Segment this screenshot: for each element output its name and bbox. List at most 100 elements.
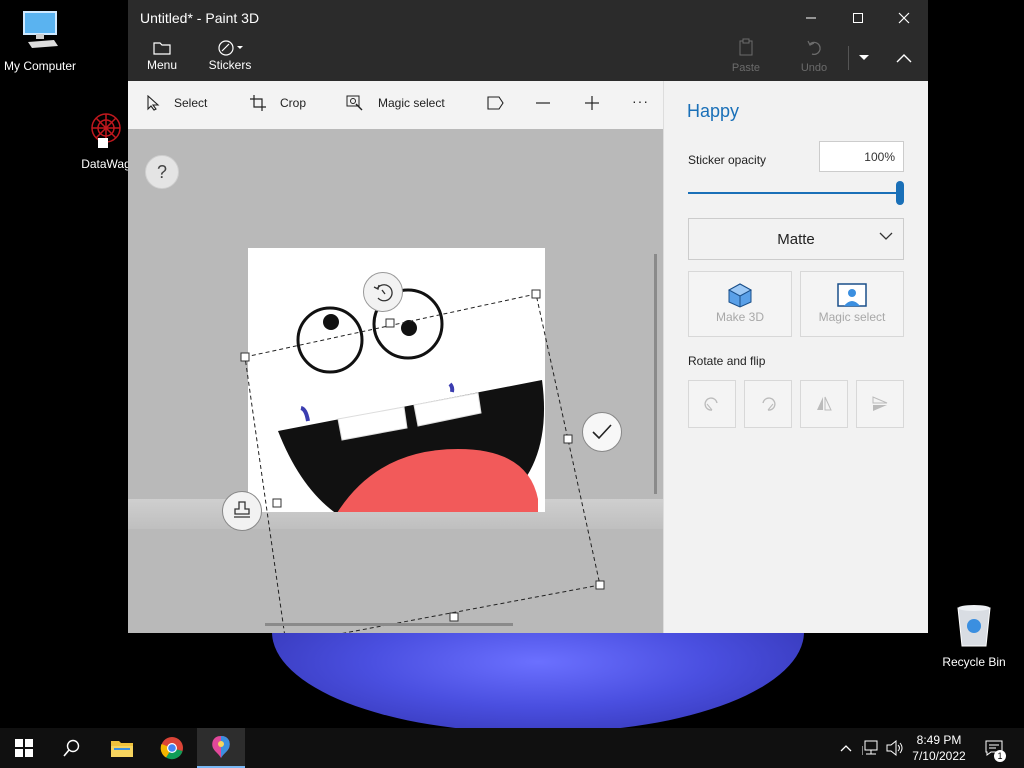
- magic-select-panel-button[interactable]: Magic select: [800, 271, 904, 337]
- cube-icon: [689, 282, 791, 308]
- folder-icon: [111, 741, 133, 757]
- stamp-icon: [234, 501, 250, 518]
- clock-time: 8:49 PM: [916, 733, 962, 747]
- file-explorer-taskbar-button[interactable]: [98, 728, 146, 768]
- rotate-right-icon: [762, 397, 776, 411]
- opacity-input[interactable]: 100%: [819, 141, 904, 172]
- rotate-handle-button[interactable]: [363, 272, 403, 312]
- tray-overflow-button[interactable]: [834, 728, 858, 768]
- stickers-button[interactable]: Stickers: [208, 38, 252, 72]
- title-bar: Untitled* - Paint 3D Menu Stickers Paste…: [128, 0, 928, 81]
- paste-button[interactable]: Paste: [724, 38, 768, 74]
- stickers-label: Stickers: [208, 58, 252, 72]
- action-center-button[interactable]: [976, 728, 1012, 768]
- windows-logo-icon: [15, 739, 33, 757]
- rotate-left-icon: [704, 397, 718, 411]
- minus-icon: [536, 102, 550, 104]
- chevron-down-icon: [859, 55, 869, 60]
- horizontal-scrollbar[interactable]: [265, 623, 513, 626]
- magic-select-tool[interactable]: Magic select: [346, 95, 445, 111]
- opacity-slider-track[interactable]: [688, 192, 898, 194]
- vertical-scrollbar[interactable]: [654, 254, 657, 494]
- history-dropdown-button[interactable]: [850, 44, 878, 72]
- sticker-icon: [208, 38, 252, 58]
- network-tray-button[interactable]: [858, 728, 884, 768]
- maximize-icon: [853, 13, 863, 23]
- magic-select-icon: [346, 95, 363, 111]
- notification-count-badge: 1: [994, 750, 1006, 762]
- sticker-properties-panel: Happy Sticker opacity 100% Matte Make 3D…: [663, 81, 928, 633]
- select-tool[interactable]: Select: [146, 95, 207, 111]
- checkmark-icon: [592, 424, 612, 440]
- crop-label: Crop: [280, 96, 307, 110]
- crop-icon: [250, 95, 266, 111]
- undo-button[interactable]: Undo: [792, 38, 836, 74]
- panel-title: Happy: [687, 101, 740, 121]
- close-icon: [898, 12, 910, 24]
- magic-select-person-icon: [801, 282, 903, 308]
- network-icon: [862, 740, 878, 755]
- paint3d-taskbar-button[interactable]: [197, 728, 245, 768]
- more-options-button[interactable]: ···: [632, 93, 649, 109]
- recycle-bin-icon: [934, 602, 1014, 651]
- paint3d-icon: [212, 736, 230, 758]
- canvas-area[interactable]: ?: [128, 129, 663, 633]
- canvas-drawing: [240, 248, 605, 633]
- cursor-icon: [147, 95, 160, 111]
- speaker-icon: [886, 740, 903, 756]
- window-title: Untitled* - Paint 3D: [140, 10, 260, 26]
- rotate-left-button[interactable]: [688, 380, 736, 428]
- rotate-right-button[interactable]: [744, 380, 792, 428]
- paint3d-window: Untitled* - Paint 3D Menu Stickers Paste…: [128, 0, 928, 633]
- desktop-wallpaper-shape: [272, 632, 804, 732]
- stamp-button[interactable]: [222, 491, 262, 531]
- taskbar: 8:49 PM 7/10/2022 1: [0, 728, 1024, 768]
- folder-icon: [144, 38, 180, 58]
- view-3d-tool[interactable]: [487, 95, 505, 111]
- search-button[interactable]: [48, 728, 96, 768]
- chrome-taskbar-button[interactable]: [148, 728, 196, 768]
- undo-icon: [792, 38, 836, 58]
- close-button[interactable]: [881, 6, 927, 30]
- menu-label: Menu: [146, 58, 178, 72]
- make-3d-label: Make 3D: [715, 310, 765, 324]
- chrome-icon: [160, 737, 183, 760]
- minimize-button[interactable]: [788, 6, 834, 30]
- flag-icon: [487, 96, 504, 110]
- canvas-toolbar: Select Crop Magic select ···: [128, 81, 663, 129]
- volume-tray-button[interactable]: [882, 728, 908, 768]
- search-icon: [63, 739, 80, 757]
- computer-icon: [0, 10, 80, 55]
- taskbar-clock[interactable]: 8:49 PM 7/10/2022: [906, 732, 972, 764]
- magic-select-panel-label: Magic select: [818, 310, 886, 324]
- paste-icon: [724, 38, 768, 58]
- desktop-icon-recycle-bin[interactable]: Recycle Bin: [934, 602, 1014, 669]
- flip-vertical-button[interactable]: [856, 380, 904, 428]
- commit-button[interactable]: [582, 412, 622, 452]
- help-label: ?: [156, 161, 167, 182]
- opacity-label: Sticker opacity: [688, 153, 767, 167]
- zoom-out-button[interactable]: [535, 95, 551, 111]
- more-label: ···: [632, 93, 649, 109]
- collapse-toolbar-button[interactable]: [884, 44, 924, 72]
- flip-vertical-icon: [872, 396, 888, 411]
- chevron-up-icon: [840, 745, 852, 752]
- desktop-icon-my-computer[interactable]: My Computer: [0, 10, 80, 73]
- flip-horizontal-button[interactable]: [800, 380, 848, 428]
- chevron-down-icon: [879, 232, 893, 240]
- maximize-button[interactable]: [835, 6, 881, 30]
- make-3d-button[interactable]: Make 3D: [688, 271, 792, 337]
- menu-button[interactable]: Menu: [144, 38, 180, 72]
- finish-dropdown[interactable]: Matte: [688, 218, 904, 260]
- help-button[interactable]: ?: [145, 155, 179, 189]
- rotate-flip-label: Rotate and flip: [688, 354, 766, 368]
- select-label: Select: [174, 96, 208, 110]
- plus-icon: [585, 96, 599, 110]
- flip-horizontal-icon: [817, 396, 832, 411]
- opacity-slider-thumb[interactable]: [896, 181, 904, 205]
- toolbar-separator: [848, 46, 849, 70]
- crop-tool[interactable]: Crop: [250, 95, 306, 111]
- paste-label: Paste: [731, 62, 761, 74]
- zoom-in-button[interactable]: [584, 95, 600, 111]
- start-button[interactable]: [0, 728, 48, 768]
